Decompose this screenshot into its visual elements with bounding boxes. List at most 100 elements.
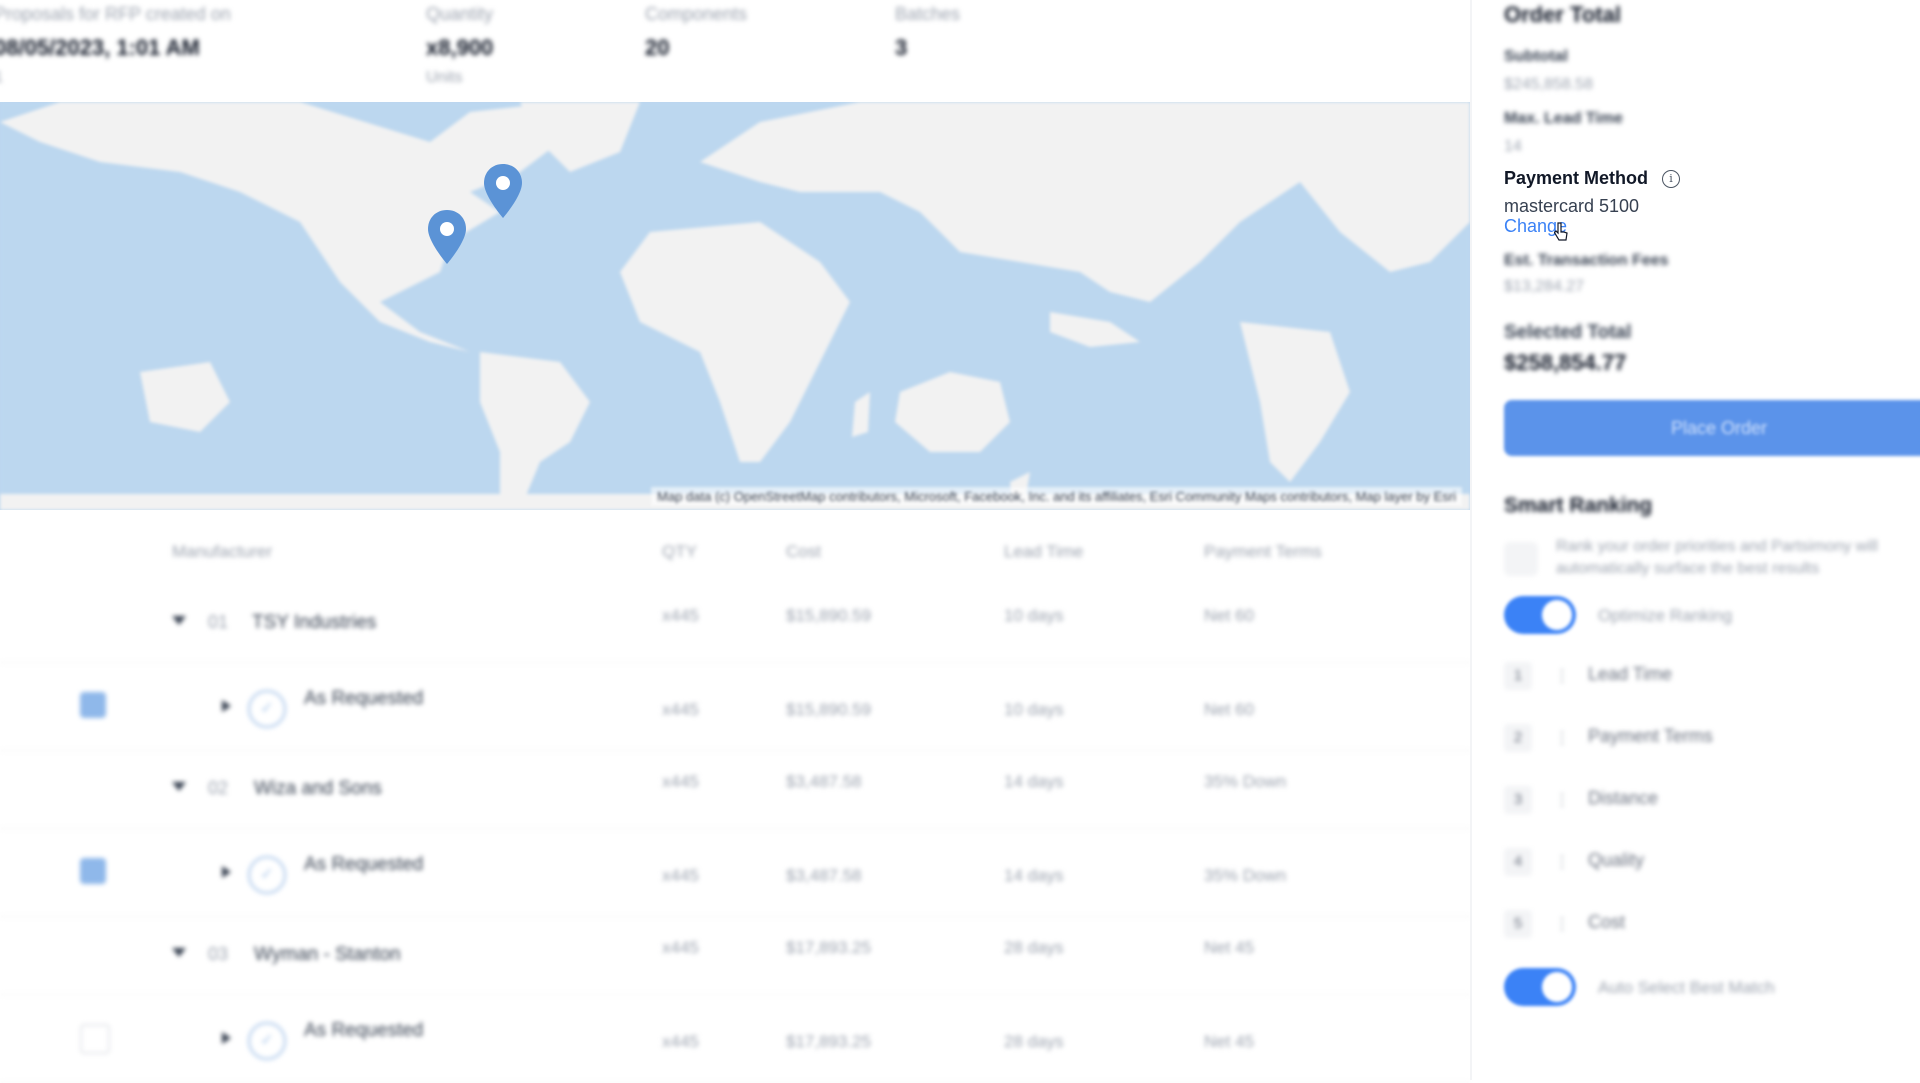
cost: $15,890.59 — [786, 606, 872, 625]
table-row[interactable]: 01 TSY Industries x445 $15,890.59 10 day… — [0, 582, 1470, 663]
cost: $15,890.59 — [786, 700, 872, 719]
qty: x445 — [662, 700, 699, 719]
cost: $17,893.25 — [786, 1032, 872, 1051]
expand-icon[interactable] — [222, 866, 231, 878]
table-row[interactable]: ✓ As Requested x445 $3,487.58 14 days 35… — [0, 836, 1470, 917]
lead-time: 10 days — [1004, 606, 1064, 625]
toggle-knob — [1542, 600, 1572, 630]
created-stat: Proposals for RFP created on 08/05/2023,… — [0, 0, 231, 87]
subtotal-value: $245,858.58 — [1504, 76, 1593, 93]
ranking-item-lead-time[interactable]: 1 ⋮ Lead Time — [1504, 652, 1920, 702]
selected-total-label: Selected Total — [1504, 322, 1632, 343]
table-header: Manufacturer QTY Cost Lead Time Payment … — [0, 542, 1470, 572]
cost: $3,487.58 — [786, 866, 862, 885]
col-payment-terms: Payment Terms — [1204, 542, 1322, 561]
rank-label: Payment Terms — [1588, 726, 1713, 746]
components-label: Components — [645, 4, 748, 24]
option-name: As Requested — [304, 688, 424, 709]
batches-stat: Batches 3 — [895, 0, 960, 61]
table-row[interactable]: ✓ As Requested x445 $17,893.25 28 days N… — [0, 1002, 1470, 1083]
subtotal-label: Subtotal — [1504, 48, 1568, 65]
cost: $3,487.58 — [786, 772, 862, 791]
manufacturer-name: Wiza and Sons — [254, 778, 382, 799]
created-label: Proposals for RFP created on — [0, 4, 231, 24]
rank-label: Cost — [1588, 912, 1626, 932]
rank-number: 2 — [1504, 724, 1532, 752]
table-row[interactable]: 03 Wyman - Stanton x445 $17,893.25 28 da… — [0, 914, 1470, 995]
components-stat: Components 20 — [645, 0, 747, 61]
order-total-title: Order Total — [1504, 2, 1621, 27]
table-row[interactable]: 02 Wiza and Sons x445 $3,487.58 14 days … — [0, 748, 1470, 829]
map-attribution: Map data (c) OpenStreetMap contributors,… — [651, 487, 1462, 506]
lead-time: 28 days — [1004, 1032, 1064, 1051]
max-lead-time-label: Max. Lead Time — [1504, 110, 1623, 127]
drag-handle-icon[interactable]: ⋮ — [1554, 790, 1570, 810]
rank-label: Distance — [1588, 788, 1659, 808]
rank-number: 3 — [1504, 786, 1532, 814]
hand-cursor-icon — [1554, 222, 1568, 241]
ranking-item-distance[interactable]: 3 ⋮ Distance — [1504, 776, 1920, 826]
ranking-item-payment-terms[interactable]: 2 ⋮ Payment Terms — [1504, 714, 1920, 764]
batches-label: Batches — [895, 4, 961, 24]
info-icon[interactable]: i — [1662, 170, 1680, 188]
qty: x445 — [662, 938, 699, 957]
smart-ranking-description: Rank your order priorities and Partsimon… — [1556, 538, 1878, 577]
components-value: 20 — [645, 35, 670, 60]
select-checkbox[interactable] — [80, 692, 106, 718]
drag-handle-icon[interactable]: ⋮ — [1554, 852, 1570, 872]
manufacturer-name: Wyman - Stanton — [254, 944, 401, 965]
rank-label: Lead Time — [1588, 664, 1673, 684]
check-circle-icon: ✓ — [248, 1022, 286, 1060]
optimize-ranking-label: Optimize Ranking — [1598, 606, 1733, 625]
drag-handle-icon[interactable]: ⋮ — [1554, 666, 1570, 686]
drag-handle-icon[interactable]: ⋮ — [1554, 728, 1570, 748]
ranking-item-quality[interactable]: 4 ⋮ Quality — [1504, 838, 1920, 888]
toggle-knob — [1542, 972, 1572, 1002]
qty: x445 — [662, 866, 699, 885]
option-name: As Requested — [304, 1020, 424, 1041]
payment-terms: Net 60 — [1204, 606, 1255, 625]
collapse-icon[interactable] — [172, 782, 186, 791]
place-order-button[interactable]: Place Order — [1504, 400, 1920, 456]
qty: x445 — [662, 1032, 699, 1051]
lead-time: 28 days — [1004, 938, 1064, 957]
select-checkbox[interactable] — [80, 858, 106, 884]
payment-terms: Net 45 — [1204, 938, 1255, 957]
rfp-summary: Proposals for RFP created on 08/05/2023,… — [0, 0, 1470, 100]
ranking-item-cost[interactable]: 5 ⋮ Cost — [1504, 900, 1920, 950]
group-index: 03 — [208, 944, 229, 964]
supplier-map[interactable]: Map data (c) OpenStreetMap contributors,… — [0, 102, 1470, 510]
drag-handle-icon[interactable]: ⋮ — [1554, 914, 1570, 934]
payment-terms: 35% Down — [1204, 772, 1287, 791]
col-lead-time: Lead Time — [1004, 542, 1084, 561]
expand-icon[interactable] — [222, 700, 231, 712]
col-manufacturer: Manufacturer — [172, 542, 273, 561]
selected-total-value: $258,854.77 — [1504, 350, 1627, 375]
qty: x445 — [662, 606, 699, 625]
check-circle-icon: ✓ — [248, 690, 286, 728]
quantity-stat: Quantity x8,900 Units — [426, 0, 493, 87]
quantity-label: Quantity — [426, 4, 494, 24]
supplier-pin-icon[interactable] — [426, 208, 468, 268]
batches-value: 3 — [895, 35, 908, 60]
transaction-fees-value: $13,284.27 — [1504, 278, 1585, 295]
select-checkbox[interactable] — [80, 1024, 110, 1054]
supplier-pin-icon[interactable] — [482, 162, 524, 222]
col-qty: QTY — [662, 542, 697, 561]
optimize-ranking-toggle[interactable] — [1504, 596, 1576, 634]
expand-icon[interactable] — [222, 1032, 231, 1044]
group-index: 02 — [208, 778, 229, 798]
lead-time: 10 days — [1004, 700, 1064, 719]
payment-terms: 35% Down — [1204, 866, 1287, 885]
table-row[interactable]: ✓ As Requested x445 $15,890.59 10 days N… — [0, 670, 1470, 751]
collapse-icon[interactable] — [172, 616, 186, 625]
smart-ranking-title: Smart Ranking — [1504, 494, 1653, 517]
created-value: 08/05/2023, 1:01 AM — [0, 35, 200, 60]
payment-method-value: mastercard 5100 — [1504, 196, 1640, 216]
rank-number: 1 — [1504, 662, 1532, 690]
collapse-icon[interactable] — [172, 948, 186, 957]
rank-number: 5 — [1504, 910, 1532, 938]
check-circle-icon: ✓ — [248, 856, 286, 894]
rank-label: Quality — [1588, 850, 1645, 870]
auto-select-toggle[interactable] — [1504, 968, 1576, 1006]
